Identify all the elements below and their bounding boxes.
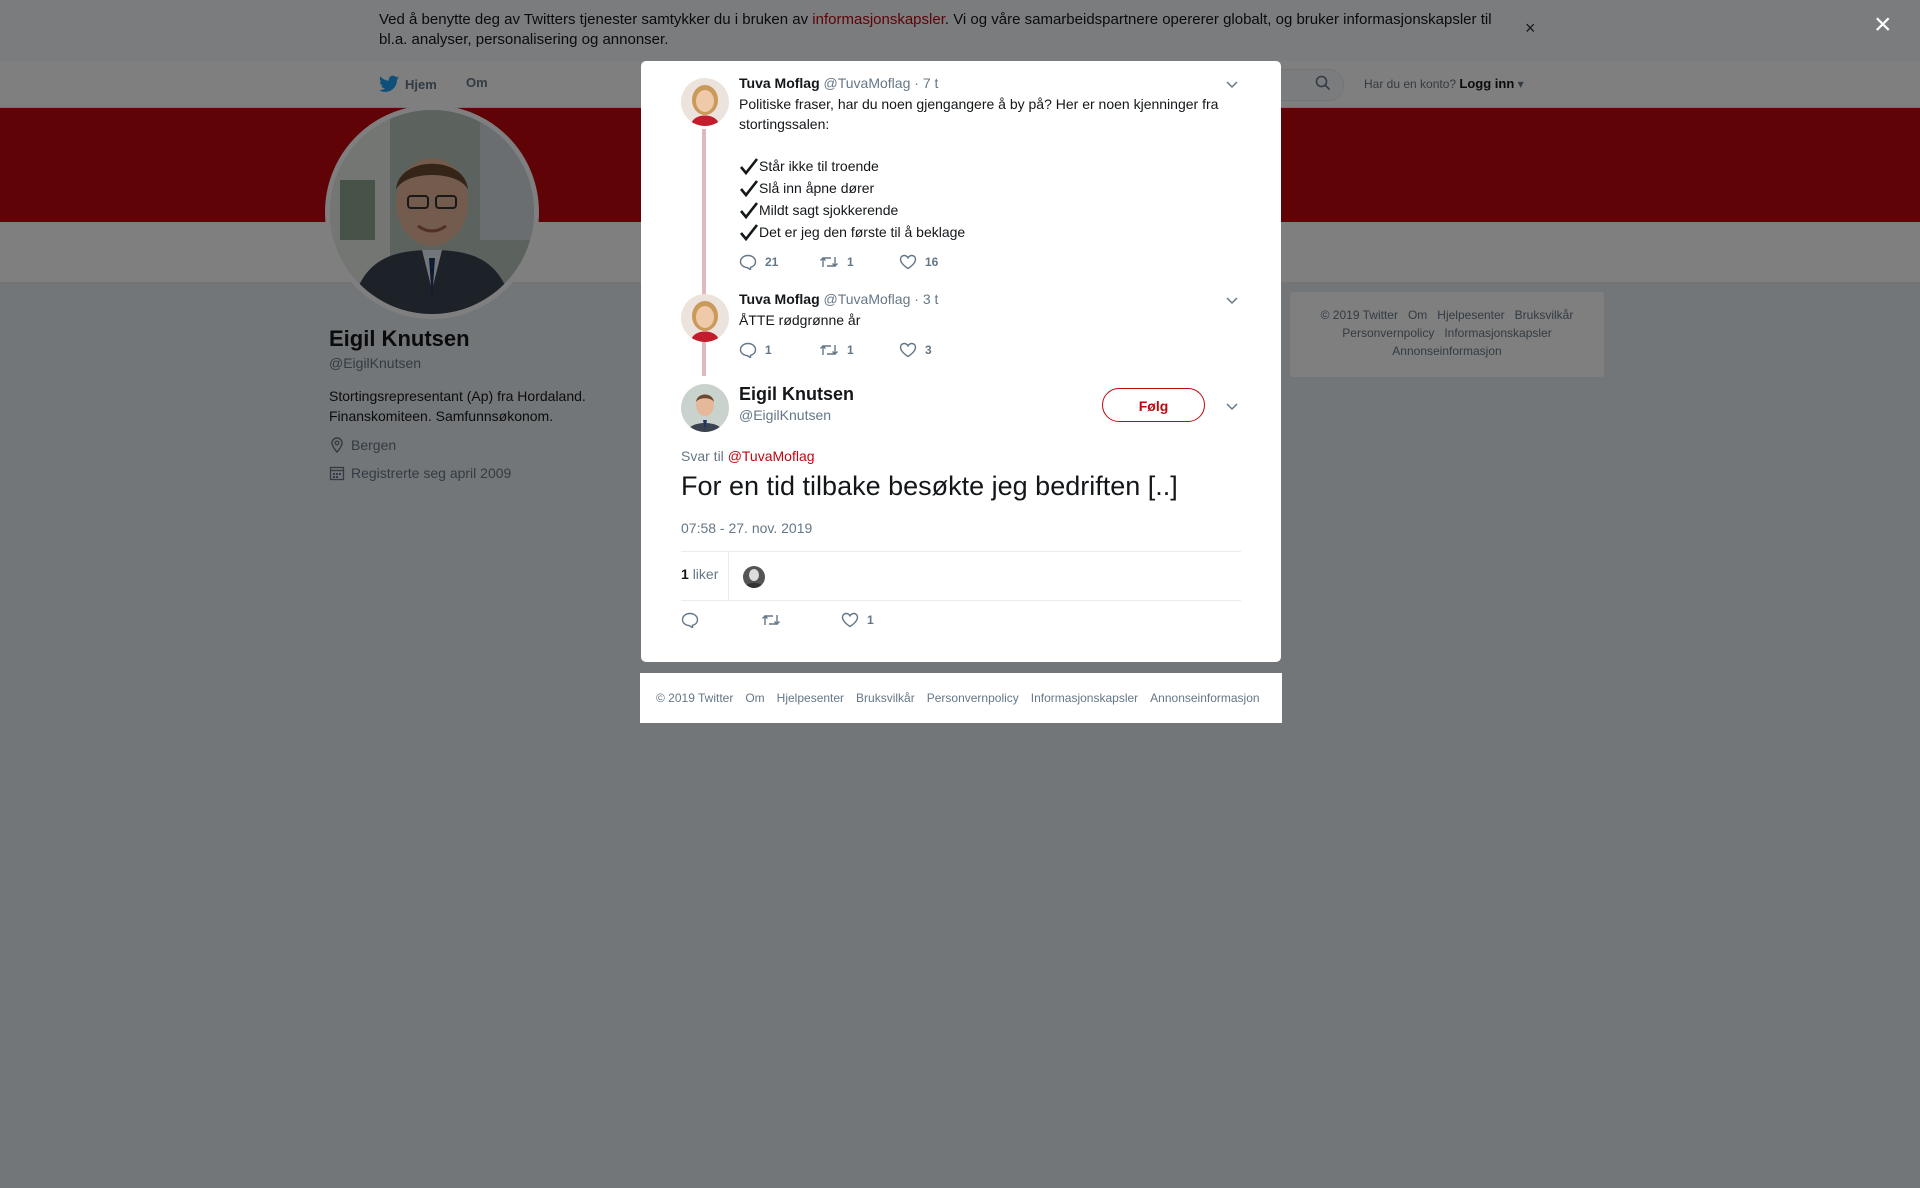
likes-stat[interactable]: 1 liker: [681, 566, 718, 582]
thread-connector: [702, 346, 706, 376]
reply-to-link[interactable]: @TuvaMoflag: [728, 448, 815, 464]
footer-link-privacy[interactable]: Personvernpolicy: [927, 691, 1019, 705]
like-button[interactable]: 1: [841, 612, 921, 628]
heart-icon: [899, 342, 917, 358]
author-name[interactable]: Tuva Moflag: [739, 291, 820, 307]
reply-button[interactable]: [681, 612, 761, 628]
tweet-actions: 21 1 16: [739, 254, 979, 270]
main-tweet-author-name[interactable]: Eigil Knutsen: [739, 384, 854, 405]
avatar[interactable]: [681, 294, 729, 342]
tweet-header: Tuva Moflag @TuvaMoflag · 3 t: [739, 291, 938, 307]
retweet-icon: [820, 257, 838, 267]
footer-link-cookies[interactable]: Informasjonskapsler: [1031, 691, 1138, 705]
reply-button[interactable]: 21: [739, 254, 819, 270]
tweet-text: Politiske fraser, har du noen gjenganger…: [739, 94, 1239, 243]
avatar[interactable]: [681, 384, 729, 432]
reply-button[interactable]: 1: [739, 342, 819, 358]
tweet-actions: 1 1 3: [739, 342, 979, 358]
modal-footer: © 2019 Twitter Om Hjelpesenter Bruksvilk…: [640, 673, 1282, 723]
chevron-down-icon[interactable]: [1225, 293, 1239, 307]
liker-avatar[interactable]: [743, 566, 765, 588]
chevron-down-icon[interactable]: [1225, 399, 1239, 413]
heart-icon: [841, 612, 859, 628]
checklist-item: Slå inn åpne dører: [739, 177, 1239, 199]
checklist-item: Mildt sagt sjokkerende: [739, 199, 1239, 221]
tweet-text: ÅTTE rødgrønne år: [739, 312, 861, 328]
retweet-icon: [820, 345, 838, 355]
chevron-down-icon[interactable]: [1225, 77, 1239, 91]
footer-link-about[interactable]: Om: [745, 691, 764, 705]
reply-icon: [739, 342, 757, 358]
retweet-icon: [762, 615, 780, 625]
avatar[interactable]: [681, 78, 729, 126]
main-tweet-timestamp[interactable]: 07:58 - 27. nov. 2019: [681, 520, 812, 536]
retweet-button[interactable]: [761, 612, 841, 628]
tweet-time[interactable]: · 7 t: [914, 75, 938, 91]
like-button[interactable]: 3: [899, 342, 979, 358]
retweet-button[interactable]: 1: [819, 342, 899, 358]
checklist-item: Står ikke til troende: [739, 155, 1239, 177]
checkmark-icon: [740, 158, 759, 176]
reply-icon: [739, 254, 757, 270]
divider: [728, 552, 729, 600]
follow-button[interactable]: Følg: [1102, 388, 1205, 422]
footer-link-terms[interactable]: Bruksvilkår: [856, 691, 915, 705]
author-handle: @TuvaMoflag: [823, 75, 911, 91]
tweet-permalink-modal: Tuva Moflag @TuvaMoflag · 7 t Politiske …: [641, 61, 1281, 662]
reply-context: Svar til @TuvaMoflag: [681, 448, 815, 464]
close-icon[interactable]: ×: [1874, 10, 1892, 40]
footer-link-help[interactable]: Hjelpesenter: [777, 691, 844, 705]
heart-icon: [899, 254, 917, 270]
checkmark-icon: [740, 202, 759, 220]
tweet-time[interactable]: · 3 t: [914, 291, 938, 307]
like-button[interactable]: 16: [899, 254, 979, 270]
footer-link-ads[interactable]: Annonseinformasjon: [1150, 691, 1259, 705]
checkmark-icon: [740, 180, 759, 198]
divider: [681, 600, 1241, 601]
main-tweet-author-handle: @EigilKnutsen: [739, 407, 832, 423]
checklist-item: Det er jeg den første til å beklage: [739, 221, 1239, 243]
footer-copyright: © 2019 Twitter: [656, 691, 734, 705]
author-name[interactable]: Tuva Moflag: [739, 75, 820, 91]
main-tweet-actions: 1: [681, 612, 921, 628]
author-handle: @TuvaMoflag: [823, 291, 911, 307]
tweet-header: Tuva Moflag @TuvaMoflag · 7 t: [739, 75, 938, 91]
divider: [681, 551, 1241, 552]
reply-icon: [681, 612, 699, 628]
retweet-button[interactable]: 1: [819, 254, 899, 270]
checkmark-icon: [740, 224, 759, 242]
main-tweet-text: For en tid tilbake besøkte jeg bedriften…: [681, 471, 1178, 501]
